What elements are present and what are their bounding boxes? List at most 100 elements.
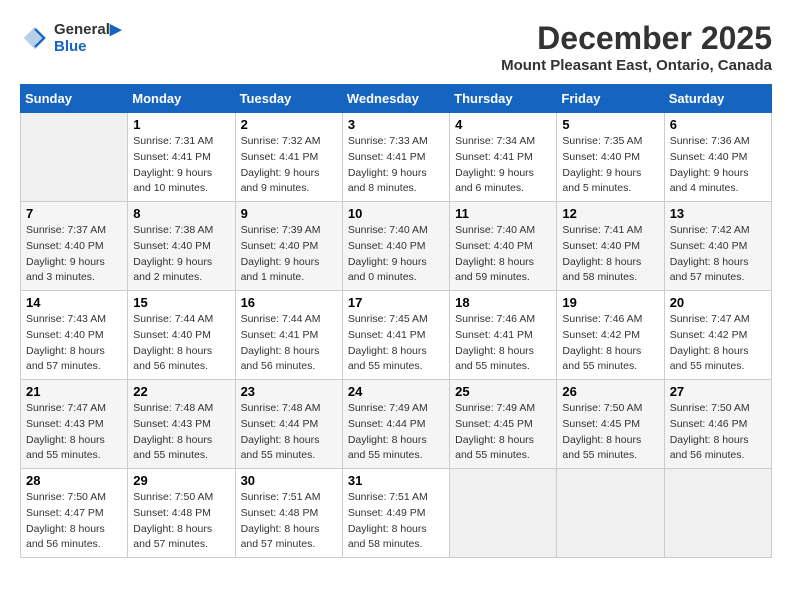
day-number: 29 [133, 473, 229, 488]
day-number: 4 [455, 117, 551, 132]
day-info: Sunrise: 7:44 AM Sunset: 4:41 PM Dayligh… [241, 312, 337, 375]
day-number: 26 [562, 384, 658, 399]
day-info: Sunrise: 7:49 AM Sunset: 4:44 PM Dayligh… [348, 401, 444, 464]
day-number: 31 [348, 473, 444, 488]
header-tuesday: Tuesday [235, 85, 342, 113]
day-cell: 30Sunrise: 7:51 AM Sunset: 4:48 PM Dayli… [235, 469, 342, 558]
day-number: 14 [26, 295, 122, 310]
day-cell: 2 Sunrise: 7:32 AM Sunset: 4:41 PM Daylig… [235, 113, 342, 202]
day-cell: 12 Sunrise: 7:41 AM Sunset: 4:40 PM Dayli… [557, 202, 664, 291]
day-number: 27 [670, 384, 766, 399]
week-row-3: 14 Sunrise: 7:43 AM Sunset: 4:40 PM Dayli… [21, 291, 772, 380]
day-info: Sunrise: 7:45 AM Sunset: 4:41 PM Dayligh… [348, 312, 444, 375]
week-row-1: 1 Sunrise: 7:31 AM Sunset: 4:41 PM Daylig… [21, 113, 772, 202]
day-info: Sunrise: 7:31 AM Sunset: 4:41 PM Dayligh… [133, 134, 229, 197]
day-number: 25 [455, 384, 551, 399]
day-number: 10 [348, 206, 444, 221]
day-number: 21 [26, 384, 122, 399]
day-info: Sunrise: 7:44 AM Sunset: 4:40 PM Dayligh… [133, 312, 229, 375]
day-number: 11 [455, 206, 551, 221]
day-info: Sunrise: 7:33 AM Sunset: 4:41 PM Dayligh… [348, 134, 444, 197]
day-info: Sunrise: 7:50 AM Sunset: 4:46 PM Dayligh… [670, 401, 766, 464]
day-info: Sunrise: 7:48 AM Sunset: 4:44 PM Dayligh… [241, 401, 337, 464]
day-number: 12 [562, 206, 658, 221]
day-number: 1 [133, 117, 229, 132]
day-cell: 8 Sunrise: 7:38 AM Sunset: 4:40 PM Daylig… [128, 202, 235, 291]
calendar-table: SundayMondayTuesdayWednesdayThursdayFrid… [20, 84, 772, 558]
day-cell: 3 Sunrise: 7:33 AM Sunset: 4:41 PM Daylig… [342, 113, 449, 202]
day-info: Sunrise: 7:51 AM Sunset: 4:49 PM Dayligh… [348, 490, 444, 553]
calendar-header-row: SundayMondayTuesdayWednesdayThursdayFrid… [21, 85, 772, 113]
week-row-2: 7 Sunrise: 7:37 AM Sunset: 4:40 PM Daylig… [21, 202, 772, 291]
day-cell: 9Sunrise: 7:39 AM Sunset: 4:40 PM Daylig… [235, 202, 342, 291]
day-cell: 11 Sunrise: 7:40 AM Sunset: 4:40 PM Dayli… [450, 202, 557, 291]
day-info: Sunrise: 7:50 AM Sunset: 4:47 PM Dayligh… [26, 490, 122, 553]
day-cell [557, 469, 664, 558]
day-cell: 18 Sunrise: 7:46 AM Sunset: 4:41 PM Dayli… [450, 291, 557, 380]
day-info: Sunrise: 7:48 AM Sunset: 4:43 PM Dayligh… [133, 401, 229, 464]
day-info: Sunrise: 7:38 AM Sunset: 4:40 PM Dayligh… [133, 223, 229, 286]
day-cell: 25 Sunrise: 7:49 AM Sunset: 4:45 PM Dayli… [450, 380, 557, 469]
day-number: 23 [241, 384, 337, 399]
day-cell [450, 469, 557, 558]
day-number: 5 [562, 117, 658, 132]
day-number: 28 [26, 473, 122, 488]
day-info: Sunrise: 7:36 AM Sunset: 4:40 PM Dayligh… [670, 134, 766, 197]
day-info: Sunrise: 7:50 AM Sunset: 4:45 PM Dayligh… [562, 401, 658, 464]
day-info: Sunrise: 7:49 AM Sunset: 4:45 PM Dayligh… [455, 401, 551, 464]
title-area: December 2025 Mount Pleasant East, Ontar… [501, 20, 772, 74]
day-cell: 20 Sunrise: 7:47 AM Sunset: 4:42 PM Dayli… [664, 291, 771, 380]
day-info: Sunrise: 7:41 AM Sunset: 4:40 PM Dayligh… [562, 223, 658, 286]
day-number: 30 [241, 473, 337, 488]
day-info: Sunrise: 7:32 AM Sunset: 4:41 PM Dayligh… [241, 134, 337, 197]
day-cell: 27 Sunrise: 7:50 AM Sunset: 4:46 PM Dayli… [664, 380, 771, 469]
day-cell: 13 Sunrise: 7:42 AM Sunset: 4:40 PM Dayli… [664, 202, 771, 291]
day-cell: 21 Sunrise: 7:47 AM Sunset: 4:43 PM Dayli… [21, 380, 128, 469]
day-cell: 24Sunrise: 7:49 AM Sunset: 4:44 PM Dayli… [342, 380, 449, 469]
day-number: 8 [133, 206, 229, 221]
day-info: Sunrise: 7:42 AM Sunset: 4:40 PM Dayligh… [670, 223, 766, 286]
day-info: Sunrise: 7:37 AM Sunset: 4:40 PM Dayligh… [26, 223, 122, 286]
header-sunday: Sunday [21, 85, 128, 113]
day-cell: 4 Sunrise: 7:34 AM Sunset: 4:41 PM Daylig… [450, 113, 557, 202]
day-cell [21, 113, 128, 202]
day-info: Sunrise: 7:47 AM Sunset: 4:42 PM Dayligh… [670, 312, 766, 375]
header-saturday: Saturday [664, 85, 771, 113]
day-info: Sunrise: 7:35 AM Sunset: 4:40 PM Dayligh… [562, 134, 658, 197]
logo-text: General▶ Blue [54, 20, 121, 55]
day-number: 17 [348, 295, 444, 310]
day-cell: 14 Sunrise: 7:43 AM Sunset: 4:40 PM Dayli… [21, 291, 128, 380]
week-row-5: 28 Sunrise: 7:50 AM Sunset: 4:47 PM Dayli… [21, 469, 772, 558]
day-number: 18 [455, 295, 551, 310]
day-info: Sunrise: 7:46 AM Sunset: 4:41 PM Dayligh… [455, 312, 551, 375]
day-cell: 10 Sunrise: 7:40 AM Sunset: 4:40 PM Dayli… [342, 202, 449, 291]
day-info: Sunrise: 7:50 AM Sunset: 4:48 PM Dayligh… [133, 490, 229, 553]
header-friday: Friday [557, 85, 664, 113]
day-cell: 22Sunrise: 7:48 AM Sunset: 4:43 PM Dayli… [128, 380, 235, 469]
day-cell: 28 Sunrise: 7:50 AM Sunset: 4:47 PM Dayli… [21, 469, 128, 558]
day-number: 3 [348, 117, 444, 132]
day-info: Sunrise: 7:46 AM Sunset: 4:42 PM Dayligh… [562, 312, 658, 375]
day-number: 15 [133, 295, 229, 310]
day-cell: 5 Sunrise: 7:35 AM Sunset: 4:40 PM Daylig… [557, 113, 664, 202]
day-cell: 23 Sunrise: 7:48 AM Sunset: 4:44 PM Dayli… [235, 380, 342, 469]
day-cell: 6 Sunrise: 7:36 AM Sunset: 4:40 PM Daylig… [664, 113, 771, 202]
day-number: 20 [670, 295, 766, 310]
day-cell: 15 Sunrise: 7:44 AM Sunset: 4:40 PM Dayli… [128, 291, 235, 380]
day-number: 13 [670, 206, 766, 221]
day-cell: 17 Sunrise: 7:45 AM Sunset: 4:41 PM Dayli… [342, 291, 449, 380]
logo-icon [20, 23, 50, 53]
day-info: Sunrise: 7:43 AM Sunset: 4:40 PM Dayligh… [26, 312, 122, 375]
day-number: 7 [26, 206, 122, 221]
day-number: 2 [241, 117, 337, 132]
header-monday: Monday [128, 85, 235, 113]
day-info: Sunrise: 7:47 AM Sunset: 4:43 PM Dayligh… [26, 401, 122, 464]
day-number: 9 [241, 206, 337, 221]
day-cell: 31 Sunrise: 7:51 AM Sunset: 4:49 PM Dayli… [342, 469, 449, 558]
day-info: Sunrise: 7:34 AM Sunset: 4:41 PM Dayligh… [455, 134, 551, 197]
calendar-subtitle: Mount Pleasant East, Ontario, Canada [501, 57, 772, 74]
day-info: Sunrise: 7:40 AM Sunset: 4:40 PM Dayligh… [455, 223, 551, 286]
day-number: 6 [670, 117, 766, 132]
day-info: Sunrise: 7:40 AM Sunset: 4:40 PM Dayligh… [348, 223, 444, 286]
day-cell: 29 Sunrise: 7:50 AM Sunset: 4:48 PM Dayli… [128, 469, 235, 558]
